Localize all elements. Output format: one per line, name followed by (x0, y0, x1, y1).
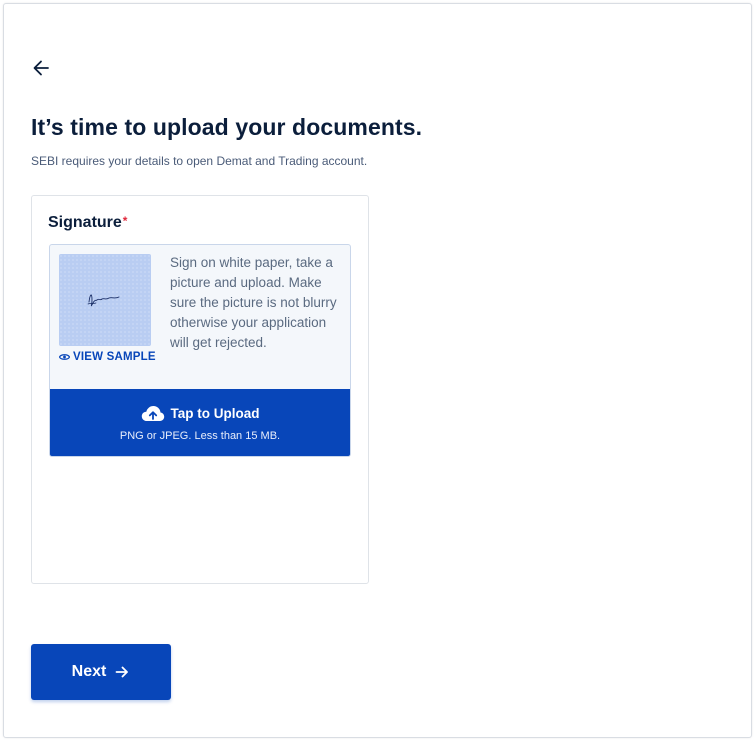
signature-label: Signature* (48, 214, 127, 232)
required-marker: * (122, 214, 128, 228)
arrow-right-icon (115, 666, 129, 678)
upload-box: VIEW SAMPLE Sign on white paper, take a … (49, 244, 351, 457)
page-container: It’s time to upload your documents. SEBI… (3, 3, 752, 738)
upload-button-row: Tap to Upload (141, 405, 260, 422)
upload-instructions: Sign on white paper, take a picture and … (170, 255, 337, 350)
view-sample-label: VIEW SAMPLE (73, 351, 156, 363)
upload-file-hint: PNG or JPEG. Less than 15 MB. (119, 429, 281, 442)
cloud-upload-icon (141, 405, 164, 421)
next-button[interactable]: Next (31, 644, 171, 700)
arrow-left-icon (33, 60, 49, 76)
signature-upload-card: Signature* VIEW SAMPLE Sign on white pap… (31, 195, 369, 584)
signature-label-text: Signature (48, 214, 122, 231)
page-title: It’s time to upload your documents. (31, 114, 423, 140)
tap-to-upload-button[interactable]: Tap to Upload PNG or JPEG. Less than 15 … (50, 389, 350, 456)
view-sample-link[interactable]: VIEW SAMPLE (59, 351, 156, 363)
signature-sample-image[interactable] (59, 254, 151, 346)
next-button-label: Next (71, 663, 107, 680)
back-button[interactable] (30, 57, 52, 79)
page-subtitle: SEBI requires your details to open Demat… (31, 154, 368, 168)
upload-button-label: Tap to Upload (170, 405, 260, 421)
signature-scribble (87, 294, 120, 307)
eye-icon (59, 354, 70, 360)
